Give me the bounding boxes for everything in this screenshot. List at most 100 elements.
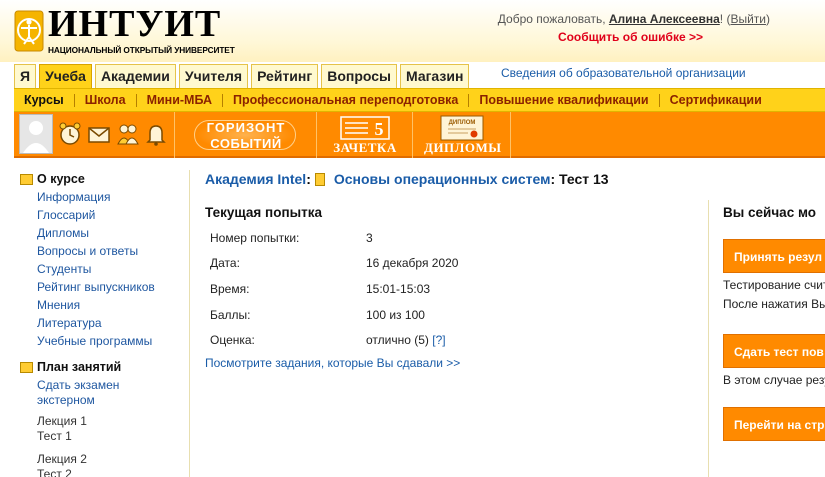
breadcrumb-colon: : [306,171,311,187]
view-tasks-link[interactable]: Посмотрите задания, которые Вы сдавали >… [205,356,460,370]
toolbar-divider [412,112,413,158]
right-panel-divider [708,200,709,477]
lecture-title[interactable]: Лекция 2 [20,452,188,467]
diplomas-button[interactable]: ДИПЛОМ ДИПЛОМЫ [424,114,502,156]
logout-link[interactable]: Выйти [730,12,766,26]
sidebar-item-glossary[interactable]: Глоссарий [20,206,188,224]
vitruvian-emblem-icon [14,10,44,52]
tab-questions[interactable]: Вопросы [321,64,397,88]
subnav-certifications[interactable]: Сертификации [660,93,772,107]
sidebar-item-info[interactable]: Информация [20,188,188,206]
sidebar-item-literature[interactable]: Литература [20,314,188,332]
folder-icon [20,361,33,373]
grade-label: Оценка: [210,333,255,348]
breadcrumb-course[interactable]: Основы операционных систем [334,171,551,187]
avatar[interactable] [19,114,53,154]
breadcrumb: Академия Intel : Основы операционных сис… [205,171,609,187]
right-panel-text: В этом случае резу [723,373,825,387]
diploma-icon: ДИПЛОМ [440,115,484,141]
welcome-message: Добро пожаловать, Алина Алексеевна! (Вый… [498,12,770,26]
subnav-retraining[interactable]: Профессиональная переподготовка [223,93,470,107]
grade-help-link[interactable]: [?] [432,333,445,347]
table-row: Дата: 16 декабря 2020 [205,251,500,277]
tab-study[interactable]: Учеба [39,64,92,88]
tab-rating[interactable]: Рейтинг [251,64,319,88]
table-row: Оценка: отлично (5) [?] [205,327,500,353]
table-row: Номер попытки: 3 [205,225,500,251]
main-tabs: Я Учеба Академии Учителя Рейтинг Вопросы… [14,64,472,88]
current-attempt-title: Текущая попытка [205,205,322,220]
date-value: 16 декабря 2020 [366,256,459,271]
table-row: Время: 15:01-15:03 [205,276,500,302]
attempt-number-label: Номер попытки: [210,230,300,245]
retake-test-button[interactable]: Сдать тест пов [723,334,825,368]
score-label: Баллы: [210,307,251,322]
score-value: 100 из 100 [366,307,425,322]
date-label: Дата: [210,256,240,271]
tab-shop[interactable]: Магазин [399,64,470,88]
sidebar-item-external-exam-2[interactable]: экстерном [20,393,188,408]
time-value: 15:01-15:03 [366,281,431,296]
tab-academies[interactable]: Академии [94,64,176,88]
sidebar-item-curricula[interactable]: Учебные программы [20,332,188,350]
right-panel-title: Вы сейчас мо [723,205,817,220]
attempt-details-table: Номер попытки: 3 Дата: 16 декабря 2020 В… [205,225,500,353]
user-toolbar: ГОРИЗОНТ СОБЫТИЙ 5 ЗАЧЕТКА ДИПЛОМ ДИПЛОМ… [14,112,825,158]
subnav-courses[interactable]: Курсы [14,93,75,107]
sidebar-item-opinions[interactable]: Мнения [20,296,188,314]
about-course-heading[interactable]: О курсе [20,170,188,188]
friends-icon[interactable] [116,122,140,146]
sidebar-item-external-exam[interactable]: Сдать экзамен [20,378,188,393]
intuit-logo[interactable]: ИНТУИТ НАЦИОНАЛЬНЫЙ ОТКРЫТЫЙ УНИВЕРСИТЕТ [14,4,235,58]
go-to-page-button[interactable]: Перейти на стр [723,407,825,441]
gradebook-label: ЗАЧЕТКА [333,140,397,155]
horizon-line2: СОБЫТИЙ [210,136,282,151]
gradebook-button[interactable]: 5 ЗАЧЕТКА [330,114,400,156]
alarm-clock-icon[interactable] [58,122,82,146]
user-name-link[interactable]: Алина Алексеевна [609,12,720,26]
grade-value-cell: отлично (5) [?] [360,327,500,353]
bell-icon[interactable] [144,122,168,146]
breadcrumb-test: : Тест 13 [550,171,609,187]
site-header: ИНТУИТ НАЦИОНАЛЬНЫЙ ОТКРЫТЫЙ УНИВЕРСИТЕТ… [0,0,825,62]
tab-me[interactable]: Я [14,64,37,88]
sidebar-item-diplomas[interactable]: Дипломы [20,224,188,242]
breadcrumb-academy[interactable]: Академия Intel [205,171,306,187]
folder-icon [20,173,33,185]
sidebar-item-graduates-rating[interactable]: Рейтинг выпускников [20,278,188,296]
lesson-plan-heading[interactable]: План занятий [20,358,188,376]
lecture-test[interactable]: Тест 1 [20,429,188,444]
diplomas-label: ДИПЛОМЫ [424,140,502,155]
lecture-test[interactable]: Тест 2 [20,467,188,477]
about-course-title: О курсе [37,172,85,186]
report-error-link[interactable]: Сообщить об ошибке >> [558,30,703,44]
logout-close: ) [766,12,770,26]
tab-teachers[interactable]: Учителя [178,64,249,88]
lesson-plan-title: План занятий [37,360,122,374]
logo-subtitle: НАЦИОНАЛЬНЫЙ ОТКРЫТЫЙ УНИВЕРСИТЕТ [48,45,235,55]
envelope-icon[interactable] [87,122,111,146]
sidebar-item-students[interactable]: Студенты [20,260,188,278]
course-book-icon [314,172,325,186]
table-row: Баллы: 100 из 100 [205,302,500,328]
diploma-card-text: ДИПЛОМ [449,120,476,126]
sidebar-divider [189,170,190,477]
accept-result-button[interactable]: Принять резул [723,239,825,273]
grade-value: отлично (5) [366,333,433,348]
toolbar-divider [510,112,511,158]
right-panel-text: После нажатия Вы [723,297,825,311]
toolbar-divider [174,112,175,158]
welcome-prefix: Добро пожаловать, [497,12,609,26]
toolbar-divider [316,112,317,158]
sidebar-item-qa[interactable]: Вопросы и ответы [20,242,188,260]
lecture-title[interactable]: Лекция 1 [20,414,188,429]
org-info-link[interactable]: Сведения об образовательной организации [501,66,746,80]
horizon-line1: ГОРИЗОНТ [206,120,286,135]
sub-navigation: Курсы Школа Мини-МБА Профессиональная пе… [14,88,825,112]
subnav-school[interactable]: Школа [75,93,137,107]
logo-title: ИНТУИТ [48,3,222,45]
subnav-mini-mba[interactable]: Мини-МБА [137,93,224,107]
subnav-qualification[interactable]: Повышение квалификации [469,93,660,107]
time-label: Время: [210,281,250,296]
events-horizon-button[interactable]: ГОРИЗОНТ СОБЫТИЙ [186,114,306,156]
